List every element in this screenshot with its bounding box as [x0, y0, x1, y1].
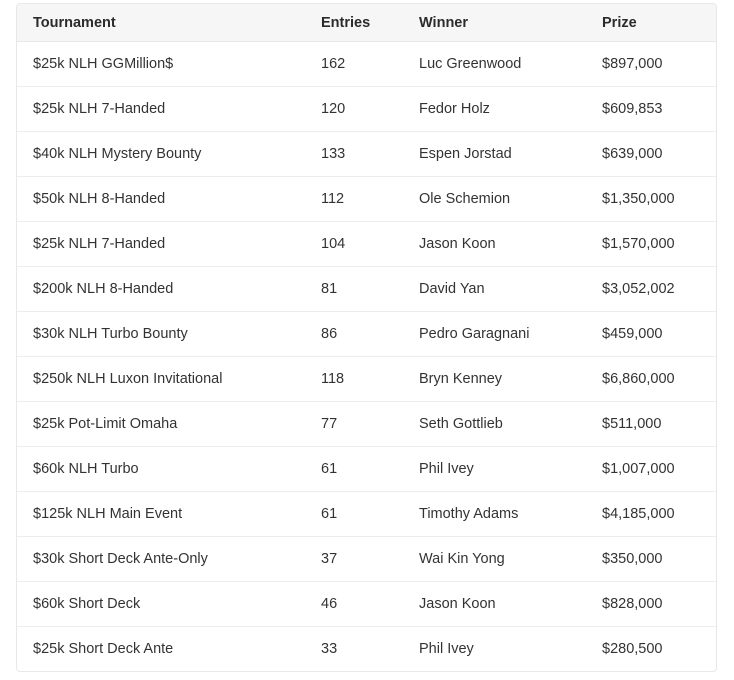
cell-winner: Ole Schemion — [403, 176, 586, 222]
cell-prize: $609,853 — [586, 86, 716, 132]
cell-entries: 112 — [305, 176, 403, 222]
cell-prize: $280,500 — [586, 626, 716, 671]
table-row: $25k Pot-Limit Omaha 77 Seth Gottlieb $5… — [17, 401, 716, 447]
cell-tournament: $125k NLH Main Event — [17, 491, 305, 537]
cell-tournament: $60k NLH Turbo — [17, 446, 305, 492]
cell-tournament: $60k Short Deck — [17, 581, 305, 627]
cell-entries: 133 — [305, 131, 403, 177]
cell-prize: $350,000 — [586, 536, 716, 582]
cell-prize: $459,000 — [586, 311, 716, 357]
table-row: $25k NLH GGMillion$ 162 Luc Greenwood $8… — [17, 42, 716, 87]
cell-entries: 86 — [305, 311, 403, 357]
cell-winner: Bryn Kenney — [403, 356, 586, 402]
table-row: $25k Short Deck Ante 33 Phil Ivey $280,5… — [17, 626, 716, 671]
cell-prize: $6,860,000 — [586, 356, 716, 402]
column-header-entries: Entries — [305, 4, 403, 42]
cell-prize: $1,350,000 — [586, 176, 716, 222]
table-row: $200k NLH 8-Handed 81 David Yan $3,052,0… — [17, 266, 716, 312]
table-row: $60k Short Deck 46 Jason Koon $828,000 — [17, 581, 716, 627]
cell-tournament: $25k NLH 7-Handed — [17, 86, 305, 132]
cell-winner: Fedor Holz — [403, 86, 586, 132]
cell-tournament: $30k NLH Turbo Bounty — [17, 311, 305, 357]
table-row: $30k NLH Turbo Bounty 86 Pedro Garagnani… — [17, 311, 716, 357]
cell-winner: Pedro Garagnani — [403, 311, 586, 357]
table-header: Tournament Entries Winner Prize — [17, 4, 716, 42]
cell-prize: $511,000 — [586, 401, 716, 447]
cell-winner: Jason Koon — [403, 221, 586, 267]
table-row: $25k NLH 7-Handed 104 Jason Koon $1,570,… — [17, 221, 716, 267]
cell-prize: $1,570,000 — [586, 221, 716, 267]
cell-tournament: $40k NLH Mystery Bounty — [17, 131, 305, 177]
column-header-winner: Winner — [403, 4, 586, 42]
cell-winner: Phil Ivey — [403, 626, 586, 671]
cell-entries: 104 — [305, 221, 403, 267]
cell-prize: $828,000 — [586, 581, 716, 627]
cell-winner: Espen Jorstad — [403, 131, 586, 177]
cell-winner: Seth Gottlieb — [403, 401, 586, 447]
cell-tournament: $50k NLH 8-Handed — [17, 176, 305, 222]
table-row: $25k NLH 7-Handed 120 Fedor Holz $609,85… — [17, 86, 716, 132]
cell-winner: Timothy Adams — [403, 491, 586, 537]
tournament-results-card: Tournament Entries Winner Prize $25k NLH… — [16, 3, 717, 672]
cell-prize: $4,185,000 — [586, 491, 716, 537]
tournament-results-table: Tournament Entries Winner Prize $25k NLH… — [17, 4, 716, 671]
cell-entries: 81 — [305, 266, 403, 312]
cell-winner: Jason Koon — [403, 581, 586, 627]
cell-entries: 162 — [321, 56, 346, 72]
cell-prize: $1,007,000 — [586, 446, 716, 492]
column-header-prize: Prize — [586, 4, 716, 42]
cell-tournament: $200k NLH 8-Handed — [17, 266, 305, 312]
table-row: $250k NLH Luxon Invitational 118 Bryn Ke… — [17, 356, 716, 402]
cell-entries: 77 — [305, 401, 403, 447]
cell-entries: 120 — [305, 86, 403, 132]
cell-tournament: $25k Pot-Limit Omaha — [17, 401, 305, 447]
table-header-row: Tournament Entries Winner Prize — [17, 4, 716, 42]
cell-tournament: $25k NLH 7-Handed — [17, 221, 305, 267]
cell-prize: $3,052,002 — [586, 266, 716, 312]
cell-winner: Luc Greenwood — [419, 56, 522, 72]
cell-tournament: $250k NLH Luxon Invitational — [17, 356, 305, 402]
cell-tournament: $25k Short Deck Ante — [17, 626, 305, 671]
column-header-tournament: Tournament — [17, 4, 305, 42]
cell-tournament: $30k Short Deck Ante-Only — [17, 536, 305, 582]
table-row: $40k NLH Mystery Bounty 133 Espen Jorsta… — [17, 131, 716, 177]
table-row: $30k Short Deck Ante-Only 37 Wai Kin Yon… — [17, 536, 716, 582]
cell-entries: 33 — [305, 626, 403, 671]
cell-prize: $639,000 — [586, 131, 716, 177]
cell-tournament: $25k NLH GGMillion$ — [33, 56, 174, 72]
cell-winner: David Yan — [403, 266, 586, 312]
cell-entries: 46 — [305, 581, 403, 627]
table-row: $50k NLH 8-Handed 112 Ole Schemion $1,35… — [17, 176, 716, 222]
cell-prize: $897,000 — [602, 56, 663, 72]
cell-entries: 37 — [305, 536, 403, 582]
cell-entries: 61 — [305, 491, 403, 537]
table-row: $125k NLH Main Event 61 Timothy Adams $4… — [17, 491, 716, 537]
table-body: $25k NLH GGMillion$ 162 Luc Greenwood $8… — [17, 42, 716, 671]
page: Tournament Entries Winner Prize $25k NLH… — [0, 0, 734, 680]
table-row: $60k NLH Turbo 61 Phil Ivey $1,007,000 — [17, 446, 716, 492]
cell-winner: Phil Ivey — [403, 446, 586, 492]
cell-entries: 61 — [305, 446, 403, 492]
cell-entries: 118 — [305, 356, 403, 402]
cell-winner: Wai Kin Yong — [403, 536, 586, 582]
